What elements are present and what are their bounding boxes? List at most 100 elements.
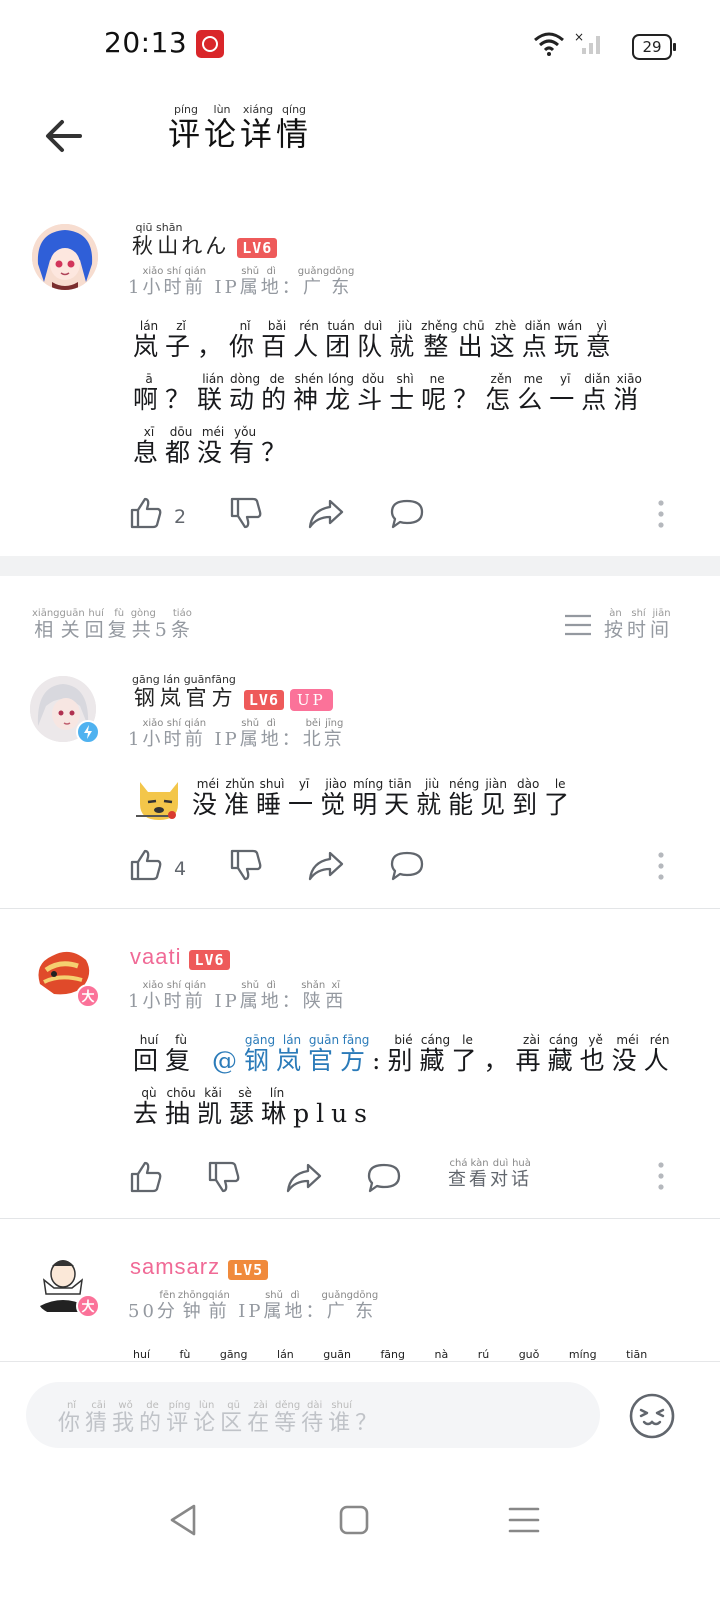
ruby-char: 藏cáng (419, 1033, 452, 1075)
ruby-char: 属shǔ (263, 1290, 285, 1322)
ruby-char: 岚lán (133, 319, 166, 361)
ruby-char: 小xiǎo (142, 266, 164, 298)
comment-icon[interactable] (389, 498, 425, 530)
section-divider (0, 556, 720, 576)
ruby-char: 分fēn (156, 1290, 178, 1322)
comment-input-placeholder: 你nǐ猜cāi我wǒ的de评píng论lùn区qū在zài等děng待dài谁s… (58, 1400, 382, 1437)
ruby-char: 官guān (183, 673, 212, 710)
ruby-char: 广guǎng (297, 266, 330, 298)
emoji-icon[interactable] (628, 1392, 676, 1440)
plain-char: @ (211, 1046, 244, 1075)
ruby-char: 能néng (448, 777, 481, 819)
partial-reply-text: huí fù gāng lán guān fāng nà rú guǒ míng… (133, 1348, 648, 1362)
level-badge: LV6 (237, 237, 278, 258)
comment-line: 啊ā？联lián动dòng的de神shén龙lóng斗dǒu士shì呢ne？怎z… (133, 372, 693, 426)
ruby-char: 官guān (308, 1033, 341, 1075)
ruby-char: 团tuán (325, 319, 358, 361)
nav-back-icon[interactable] (164, 1500, 204, 1540)
ruby-char: 睡shuì (256, 777, 289, 819)
ruby-char: 时shí (163, 980, 185, 1012)
plain-char: ？ (261, 438, 294, 467)
thumb-down-icon[interactable] (229, 496, 263, 530)
ruby-char: 时shí (163, 718, 185, 750)
ruby-char: 没méi (197, 425, 230, 467)
ruby-char: 一yī (549, 372, 582, 414)
ruby-char: 看kàn (469, 1158, 490, 1190)
plain-char: : (372, 1046, 388, 1075)
ruby-char: 相xiāng (32, 608, 60, 641)
ruby-char: 属shǔ (239, 718, 261, 750)
ruby-char: 评píng (166, 1400, 194, 1436)
plain-char: ： (281, 991, 303, 1012)
ruby-char: 按àn (604, 608, 628, 641)
ruby-char: 没méi (611, 1033, 644, 1075)
ruby-char: 别bié (387, 1033, 420, 1075)
ruby-char: 回huí (133, 1033, 166, 1075)
thumb-up-icon[interactable] (129, 848, 163, 882)
nav-recents-icon[interactable] (504, 1500, 544, 1540)
more-icon[interactable] (658, 500, 664, 528)
thumb-down-icon[interactable] (229, 848, 263, 882)
ruby-char: 猜cāi (85, 1400, 113, 1436)
sort-icon[interactable] (564, 614, 592, 636)
ruby-char: 地dì (260, 980, 282, 1012)
plain-char: ？ (165, 385, 198, 414)
ruby-char: 对duì (490, 1158, 511, 1190)
username[interactable]: 秋qiū山shānれん LV6 (132, 221, 278, 260)
thumb-up-icon[interactable] (129, 496, 163, 530)
ruby-char: 都dōu (165, 425, 198, 467)
comment-meta: 1小xiǎo时shí前qián IP属shǔ地dì：北běi京jīng (128, 718, 345, 751)
ruby-char: 去qù (133, 1086, 166, 1128)
plain-char: 1 (128, 277, 143, 298)
plain-char: IP (205, 991, 240, 1012)
verified-badge-icon (76, 720, 100, 744)
battery-indicator: 29 (632, 34, 676, 60)
view-conversation-button[interactable]: 查chá看kàn对duì话huà (448, 1158, 532, 1191)
ruby-char: 的de (261, 372, 294, 414)
ruby-char: 谁shuí (328, 1400, 356, 1436)
comment-icon[interactable] (366, 1162, 402, 1194)
ruby-char: 小xiǎo (142, 980, 164, 1012)
ruby-char: 待dài (301, 1400, 329, 1436)
ruby-char: 东dōng (329, 266, 355, 298)
back-arrow-icon[interactable] (40, 112, 88, 160)
share-icon[interactable] (286, 1162, 322, 1194)
ruby-char: 没méi (192, 777, 225, 819)
ruby-char: 点diǎn (581, 372, 614, 414)
plain-char: 50 (128, 1301, 157, 1322)
more-icon[interactable] (658, 852, 664, 880)
ruby-char: 也yě (579, 1033, 612, 1075)
ruby-char: 前qián (184, 266, 207, 298)
ruby-char: 话huà (511, 1158, 532, 1190)
thumb-up-icon[interactable] (129, 1160, 163, 1194)
username[interactable]: 钢gāng岚lán官guān方fāng LV6 UP (132, 673, 333, 712)
avatar[interactable] (32, 224, 98, 290)
status-time: 20:13 (104, 26, 188, 59)
more-icon[interactable] (658, 1162, 664, 1190)
ruby-char: 啊ā (133, 372, 166, 414)
nav-home-icon[interactable] (334, 1500, 374, 1540)
ruby-char: 消xiāo (613, 372, 646, 414)
plain-char: IP (229, 1301, 264, 1322)
sort-by-time-button[interactable]: 按àn时shí间jiān (604, 608, 673, 642)
username[interactable]: samsarz LV5 (130, 1254, 269, 1280)
ruby-char: 时shí (163, 266, 185, 298)
mention-link[interactable]: @钢gāng岚lán官guān方fāng (211, 1033, 372, 1075)
vip-badge-icon: 大 (76, 984, 100, 1008)
username[interactable]: vaati LV6 (130, 944, 230, 970)
ruby-char: 西xī (325, 980, 347, 1012)
plain-char: ， (483, 1046, 516, 1075)
plain-char: ， (197, 332, 230, 361)
vip-badge-icon: 大 (76, 1294, 100, 1318)
ruby-char: 一yī (288, 777, 321, 819)
dog-emoji-sticker (136, 782, 178, 820)
ruby-char: 属shǔ (239, 980, 261, 1012)
ruby-char: 就jiù (389, 319, 422, 361)
share-icon[interactable] (308, 850, 344, 882)
share-icon[interactable] (308, 498, 344, 530)
ruby-char: 玩wán (553, 319, 586, 361)
ruby-char: 钢gāng (243, 1033, 276, 1075)
comment-icon[interactable] (389, 850, 425, 882)
ruby-char: 百bǎi (261, 319, 294, 361)
thumb-down-icon[interactable] (207, 1160, 241, 1194)
